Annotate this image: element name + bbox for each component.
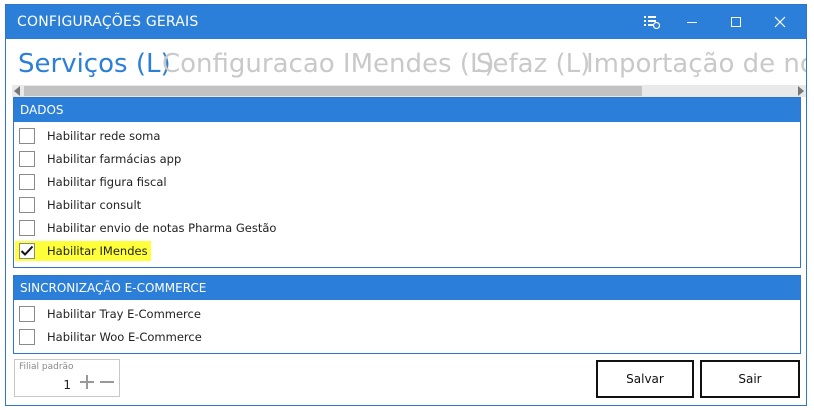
decrement-minus-icon[interactable] xyxy=(99,374,115,390)
exit-button[interactable]: Sair xyxy=(700,360,800,398)
option-envio-notas-pharma-gestao[interactable]: Habilitar envio de notas Pharma Gestão xyxy=(14,218,276,238)
title-bar: CONFIGURAÇÕES GERAIS xyxy=(6,5,806,39)
option-figura-fiscal[interactable]: Habilitar figura fiscal xyxy=(14,172,167,192)
dados-group: DADOS Habilitar rede soma Habilitar farm… xyxy=(13,97,801,268)
option-woo-ecommerce[interactable]: Habilitar Woo E-Commerce xyxy=(14,327,202,347)
tab-strip: Serviços (L) Configuracao IMendes (L) Se… xyxy=(6,41,806,87)
option-label: Habilitar figura fiscal xyxy=(47,175,167,189)
option-label: Habilitar farmácias app xyxy=(47,152,182,166)
filial-padrao-value[interactable]: 1 xyxy=(55,378,71,392)
ecommerce-group: SINCRONIZAÇÃO E-COMMERCE Habilitar Tray … xyxy=(13,275,801,354)
checkmark-icon xyxy=(20,245,34,256)
option-label: Habilitar rede soma xyxy=(47,129,161,143)
settings-list-icon[interactable] xyxy=(630,5,674,39)
checkbox[interactable] xyxy=(19,174,35,190)
checkbox[interactable] xyxy=(19,151,35,167)
minimize-icon[interactable] xyxy=(670,5,714,39)
option-label: Habilitar Woo E-Commerce xyxy=(47,330,202,344)
option-consult[interactable]: Habilitar consult xyxy=(14,195,141,215)
checkbox-checked[interactable] xyxy=(19,243,35,259)
dados-group-header: DADOS xyxy=(14,98,800,122)
filial-padrao-field[interactable]: Filial padrão 1 xyxy=(14,359,120,397)
checkbox[interactable] xyxy=(19,220,35,236)
close-icon[interactable] xyxy=(758,5,802,39)
filial-padrao-label: Filial padrão xyxy=(19,362,74,372)
option-rede-soma[interactable]: Habilitar rede soma xyxy=(14,126,160,146)
window-title: CONFIGURAÇÕES GERAIS xyxy=(17,14,199,30)
scrollbar-thumb[interactable] xyxy=(24,86,642,96)
scroll-left-arrow-icon[interactable] xyxy=(14,86,20,96)
checkbox[interactable] xyxy=(19,128,35,144)
maximize-icon[interactable] xyxy=(714,5,758,39)
tabs-horizontal-scrollbar[interactable] xyxy=(12,85,806,97)
settings-window: CONFIGURAÇÕES GERAIS Serviços (L) Config… xyxy=(5,4,807,406)
checkbox[interactable] xyxy=(19,197,35,213)
save-button[interactable]: Salvar xyxy=(596,360,694,398)
increment-plus-icon[interactable] xyxy=(79,374,95,390)
option-label: Habilitar envio de notas Pharma Gestão xyxy=(47,221,277,235)
option-tray-ecommerce[interactable]: Habilitar Tray E-Commerce xyxy=(14,304,201,324)
option-label: Habilitar Tray E-Commerce xyxy=(47,307,201,321)
option-label: Habilitar IMendes xyxy=(47,244,148,258)
checkbox[interactable] xyxy=(19,329,35,345)
tab-servicos[interactable]: Serviços (L) xyxy=(18,49,171,79)
tab-configuracao-imendes[interactable]: Configuracao IMendes (L) xyxy=(162,49,495,79)
tab-importacao[interactable]: Importação de not xyxy=(586,49,806,79)
option-farmacias-app[interactable]: Habilitar farmácias app xyxy=(14,149,181,169)
checkbox[interactable] xyxy=(19,306,35,322)
option-imendes[interactable]: Habilitar IMendes xyxy=(15,241,151,261)
option-label: Habilitar consult xyxy=(47,198,142,212)
ecommerce-group-header: SINCRONIZAÇÃO E-COMMERCE xyxy=(14,276,800,300)
scroll-right-arrow-icon[interactable] xyxy=(798,86,804,96)
tab-sefaz[interactable]: Sefaz (L) xyxy=(476,49,590,79)
